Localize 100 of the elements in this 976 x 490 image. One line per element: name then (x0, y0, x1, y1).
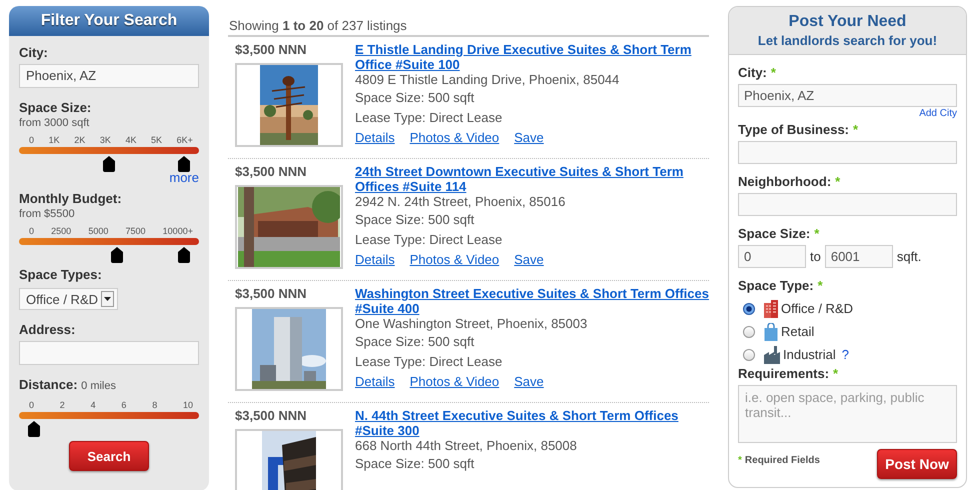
listing-link[interactable]: Details (355, 372, 395, 392)
field-label: City: (19, 45, 49, 60)
slider-value: from $5500 (19, 208, 76, 220)
space-size: Space Size: 500 sqft (355, 89, 476, 107)
help-link[interactable]: ? (842, 347, 849, 362)
required-mark: * (738, 455, 742, 466)
listing-price: $3,500 NNN (235, 164, 308, 179)
radio-button[interactable] (743, 302, 755, 314)
listing-address: 4809 E Thistle Landing Drive, Phoenix, 85044 (355, 72, 620, 88)
factory-icon (764, 346, 780, 364)
listing-link[interactable]: Photos & Video (410, 128, 500, 148)
panel-title: Post Your Need (788, 13, 908, 31)
field-label: Address: (19, 322, 76, 337)
tick-label: 8 (152, 400, 158, 410)
field-label: Neighborhood: (738, 174, 832, 189)
unit-label: sqft. (896, 249, 922, 264)
select-field[interactable]: Office / R&D (19, 288, 118, 310)
slider-handle[interactable] (178, 247, 190, 263)
slider-value: 0 miles (81, 380, 116, 392)
tick-label: 2K (74, 135, 86, 145)
tick-label: 1K (48, 135, 60, 145)
required-mark: * (814, 226, 820, 241)
more-link[interactable]: more (169, 170, 199, 185)
building-icon (764, 300, 778, 318)
tick-label: 7500 (126, 226, 146, 236)
input-field[interactable]: Phoenix, AZ (19, 64, 199, 88)
field-label: Monthly Budget: (19, 191, 123, 206)
lease-type: Lease Type: Direct Lease (355, 231, 504, 249)
listing-title-link[interactable]: E Thistle Landing Drive Executive Suites & Short Term Office #Suite 100 (355, 42, 709, 72)
space-size: Space Size: 500 sqft (355, 211, 476, 229)
listing-link[interactable]: Photos & Video (410, 372, 500, 392)
listing-title-link[interactable]: 24th Street Downtown Executive Suites & Short Term Offices #Suite 114 (355, 164, 709, 194)
listing-address: 668 North 44th Street, Phoenix, 85008 (355, 438, 578, 454)
tick-label: 10000+ (162, 226, 193, 236)
field-label: Type of Business: (738, 122, 850, 137)
listing-price: $3,500 NNN (235, 408, 308, 423)
option-label[interactable]: Retail (781, 324, 814, 339)
input-field[interactable]: 6001 (824, 245, 893, 268)
option-label[interactable]: Industrial (783, 347, 836, 362)
listing-address: One Washington Street, Phoenix, 85003 (355, 316, 588, 332)
field-label: Space Size: (738, 226, 810, 241)
tick-label: 4 (90, 400, 96, 410)
field-label: Space Types: (19, 267, 103, 282)
required-mark: * (853, 122, 858, 137)
field-label: Distance: (19, 377, 78, 392)
space-size: Space Size: 500 sqft (355, 333, 476, 351)
field-label: City: (738, 65, 767, 80)
slider-handle[interactable] (178, 156, 190, 172)
required-mark: * (770, 65, 776, 80)
results-summary: Showing 1 to 20 of 237 listings (228, 6, 709, 37)
range-separator: to (810, 249, 821, 264)
tick-label: 4K (125, 135, 136, 145)
required-mark: * (833, 366, 838, 381)
panel-subtitle: Let landlords search for you! (756, 33, 938, 48)
listing-title-link[interactable]: Washington Street Executive Suites & Short Term Offices #Suite 400 (355, 286, 709, 316)
slider-handle[interactable] (28, 421, 40, 437)
slider-handle[interactable] (103, 156, 115, 172)
listing-price: $3,500 NNN (235, 286, 308, 301)
required-note: Required Fields (744, 455, 820, 466)
radio-button[interactable] (743, 326, 755, 338)
input-field[interactable] (19, 341, 199, 365)
listing-link[interactable]: Save (514, 250, 544, 270)
post-now-button[interactable]: Post Now (877, 449, 957, 479)
lease-type: Lease Type: Direct Lease (355, 109, 504, 127)
filter-title: Filter Your Search (9, 6, 209, 36)
option-label[interactable]: Office / R&D (781, 301, 854, 316)
field-label: Requirements: (738, 366, 830, 381)
tick-label: 2 (60, 400, 65, 410)
listing-link[interactable]: Details (355, 250, 395, 270)
lease-type: Lease Type: Direct Lease (355, 353, 504, 371)
input-field[interactable]: 0 (738, 245, 806, 268)
listing-link[interactable]: Save (514, 128, 544, 148)
tick-label: 0 (29, 135, 34, 145)
field-label: Space Type: (738, 278, 814, 293)
add-city-link[interactable]: Add City (919, 108, 957, 119)
tick-label: 6K+ (176, 135, 193, 145)
listing-title-link[interactable]: N. 44th Street Executive Suites & Short Term Offices #Suite 300 (355, 408, 709, 438)
radio-button[interactable] (743, 348, 755, 360)
listing-price: $3,500 NNN (235, 42, 308, 57)
slider-handle[interactable] (110, 247, 122, 263)
listing-address: 2942 N. 24th Street, Phoenix, 85016 (355, 194, 566, 210)
tick-label: 0 (29, 400, 34, 410)
input-field[interactable]: Phoenix, AZ (738, 84, 957, 107)
space-size: Space Size: 500 sqft (355, 455, 476, 473)
input-field[interactable] (738, 193, 957, 216)
slider-value: from 3000 sqft (19, 117, 90, 129)
tick-label: 6 (121, 400, 126, 410)
listing-link[interactable]: Details (355, 128, 395, 148)
tick-label: 2500 (51, 226, 72, 236)
input-field[interactable] (738, 141, 957, 164)
listing-link[interactable]: Save (514, 372, 544, 392)
listing-link[interactable]: Photos & Video (410, 250, 500, 270)
tick-label: 3K (100, 135, 111, 145)
tick-label: 10 (182, 400, 193, 410)
required-mark: * (818, 278, 823, 293)
tick-label: 0 (29, 226, 34, 236)
tick-label: 5K (151, 135, 162, 145)
field-label: Space Size: (19, 100, 92, 115)
shopping-bag-icon (764, 322, 778, 340)
search-button[interactable]: Search (69, 441, 149, 471)
